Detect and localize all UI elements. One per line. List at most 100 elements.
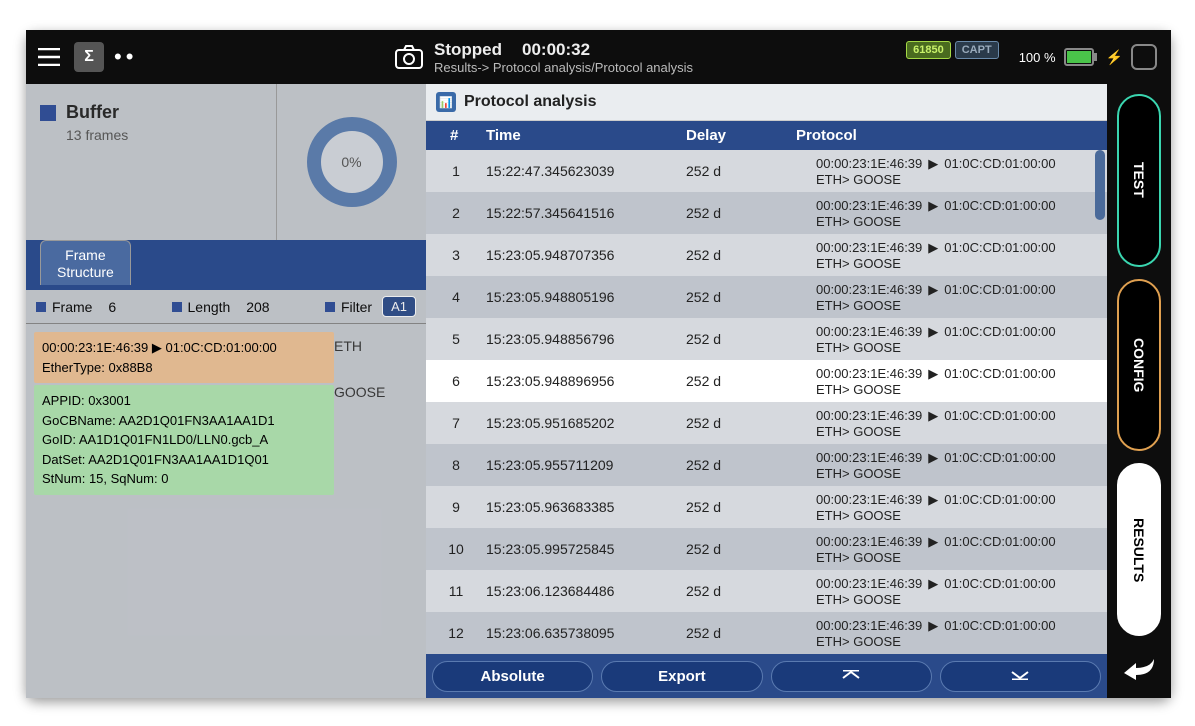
table-header: # Time Delay Protocol	[426, 121, 1107, 150]
cell-delay: 252 d	[686, 205, 786, 221]
charging-icon: ⚡	[1106, 49, 1123, 66]
table-row[interactable]: 415:23:05.948805196252 d00:00:23:1E:46:3…	[426, 276, 1107, 318]
th-index: #	[426, 127, 486, 144]
cell-index: 11	[426, 583, 486, 599]
cell-protocol: 00:00:23:1E:46:39▶01:0C:CD:01:00:00ETH> …	[786, 406, 1107, 441]
table-row[interactable]: 1115:23:06.123684486252 d00:00:23:1E:46:…	[426, 570, 1107, 612]
sidebar-results[interactable]: RESULTS	[1117, 463, 1161, 636]
cell-protocol: 00:00:23:1E:46:39▶01:0C:CD:01:00:00ETH> …	[786, 448, 1107, 483]
cell-index: 10	[426, 541, 486, 557]
cell-time: 15:23:05.948896956	[486, 373, 686, 389]
table-row[interactable]: 215:22:57.345641516252 d00:00:23:1E:46:3…	[426, 192, 1107, 234]
device-frame: Σ •• Stopped 00:00:32 61850 CAPT Results…	[26, 30, 1171, 698]
cell-delay: 252 d	[686, 289, 786, 305]
meta-filter-label: Filter	[341, 299, 372, 315]
cell-time: 15:22:57.345641516	[486, 205, 686, 221]
cell-index: 1	[426, 163, 486, 179]
cell-delay: 252 d	[686, 415, 786, 431]
table-row[interactable]: 1015:23:05.995725845252 d00:00:23:1E:46:…	[426, 528, 1107, 570]
goose-block[interactable]: APPID: 0x3001 GoCBName: AA2D1Q01FN3AA1AA…	[34, 385, 334, 495]
breadcrumb: Results-> Protocol analysis/Protocol ana…	[434, 60, 1019, 75]
sidebar-test[interactable]: TEST	[1117, 94, 1161, 267]
table-row[interactable]: 515:23:05.948856796252 d00:00:23:1E:46:3…	[426, 318, 1107, 360]
cell-time: 15:23:05.963683385	[486, 499, 686, 515]
scroll-down-button[interactable]	[940, 661, 1101, 692]
top-checkbox[interactable]	[1131, 44, 1157, 70]
cell-index: 4	[426, 289, 486, 305]
cell-time: 15:23:06.123684486	[486, 583, 686, 599]
bottom-button-bar: Absolute Export	[426, 655, 1107, 698]
cell-protocol: 00:00:23:1E:46:39▶01:0C:CD:01:00:00ETH> …	[786, 574, 1107, 609]
table-row[interactable]: 615:23:05.948896956252 d00:00:23:1E:46:3…	[426, 360, 1107, 402]
analysis-icon: 📊	[436, 92, 456, 112]
capture-status: Stopped	[434, 40, 502, 60]
cell-delay: 252 d	[686, 247, 786, 263]
back-arrow-icon[interactable]	[1117, 648, 1161, 688]
cell-protocol: 00:00:23:1E:46:39▶01:0C:CD:01:00:00ETH> …	[786, 196, 1107, 231]
goose-goid: GoID: AA1D1Q01FN1LD0/LLN0.gcb_A	[42, 430, 326, 450]
goose-stnum: StNum: 15, SqNum: 0	[42, 469, 326, 489]
donut-percent: 0%	[341, 154, 361, 170]
cell-index: 6	[426, 373, 486, 389]
cell-delay: 252 d	[686, 373, 786, 389]
more-icon[interactable]: ••	[114, 44, 137, 70]
scroll-up-button[interactable]	[771, 661, 932, 692]
cell-index: 3	[426, 247, 486, 263]
table-row[interactable]: 815:23:05.955711209252 d00:00:23:1E:46:3…	[426, 444, 1107, 486]
cell-index: 8	[426, 457, 486, 473]
absolute-button[interactable]: Absolute	[432, 661, 593, 692]
cell-time: 15:23:06.635738095	[486, 625, 686, 641]
meta-length-label: Length	[188, 299, 231, 315]
badge-61850: 61850	[906, 41, 951, 59]
cell-protocol: 00:00:23:1E:46:39▶01:0C:CD:01:00:00ETH> …	[786, 154, 1107, 189]
buffer-color-swatch	[40, 105, 56, 121]
cell-delay: 252 d	[686, 499, 786, 515]
table-row[interactable]: 315:23:05.948707356252 d00:00:23:1E:46:3…	[426, 234, 1107, 276]
cell-delay: 252 d	[686, 625, 786, 641]
battery-percent: 100 %	[1019, 50, 1056, 65]
cell-protocol: 00:00:23:1E:46:39▶01:0C:CD:01:00:00ETH> …	[786, 322, 1107, 357]
sidebar-config[interactable]: CONFIG	[1117, 279, 1161, 452]
tab-frame-structure[interactable]: Frame Structure	[40, 240, 131, 285]
meta-frame-val: 6	[108, 299, 116, 315]
elapsed-time: 00:00:32	[522, 40, 590, 60]
filter-badge[interactable]: A1	[382, 296, 416, 317]
buffer-title: Buffer	[66, 102, 119, 123]
table-body[interactable]: 115:22:47.345623039252 d00:00:23:1E:46:3…	[426, 150, 1107, 655]
meta-frame-label: Frame	[52, 299, 92, 315]
eth-block[interactable]: 00:00:23:1E:46:39 ▶ 01:0C:CD:01:00:00 Et…	[34, 332, 334, 383]
cell-delay: 252 d	[686, 457, 786, 473]
goose-label: GOOSE	[334, 384, 414, 400]
th-delay: Delay	[686, 127, 786, 144]
menu-icon[interactable]	[34, 42, 64, 72]
right-panel: 📊 Protocol analysis # Time Delay Protoco…	[426, 84, 1107, 698]
cell-time: 15:23:05.995725845	[486, 541, 686, 557]
eth-mac-line: 00:00:23:1E:46:39 ▶ 01:0C:CD:01:00:00	[42, 338, 326, 358]
cell-time: 15:23:05.951685202	[486, 415, 686, 431]
table-row[interactable]: 715:23:05.951685202252 d00:00:23:1E:46:3…	[426, 402, 1107, 444]
cell-delay: 252 d	[686, 163, 786, 179]
cell-time: 15:23:05.948707356	[486, 247, 686, 263]
cell-time: 15:23:05.955711209	[486, 457, 686, 473]
cell-index: 5	[426, 331, 486, 347]
cell-protocol: 00:00:23:1E:46:39▶01:0C:CD:01:00:00ETH> …	[786, 532, 1107, 567]
battery-icon	[1064, 48, 1098, 66]
buffer-donut: 0%	[276, 84, 426, 240]
panel-title-bar: 📊 Protocol analysis	[426, 84, 1107, 121]
cell-time: 15:23:05.948856796	[486, 331, 686, 347]
eth-ethertype: EtherType: 0x88B8	[42, 358, 326, 378]
camera-icon[interactable]	[394, 44, 424, 70]
table-row[interactable]: 115:22:47.345623039252 d00:00:23:1E:46:3…	[426, 150, 1107, 192]
scrollbar-thumb[interactable]	[1095, 150, 1105, 220]
table-row[interactable]: 915:23:05.963683385252 d00:00:23:1E:46:3…	[426, 486, 1107, 528]
th-protocol: Protocol	[786, 127, 1107, 144]
cell-time: 15:22:47.345623039	[486, 163, 686, 179]
table-row[interactable]: 1215:23:06.635738095252 d00:00:23:1E:46:…	[426, 612, 1107, 654]
export-button[interactable]: Export	[601, 661, 762, 692]
cell-index: 12	[426, 625, 486, 641]
status-block: Stopped 00:00:32 61850 CAPT Results-> Pr…	[434, 40, 1019, 75]
th-time: Time	[486, 127, 686, 144]
sigma-icon[interactable]: Σ	[74, 42, 104, 72]
cell-index: 9	[426, 499, 486, 515]
topbar: Σ •• Stopped 00:00:32 61850 CAPT Results…	[26, 30, 1171, 84]
